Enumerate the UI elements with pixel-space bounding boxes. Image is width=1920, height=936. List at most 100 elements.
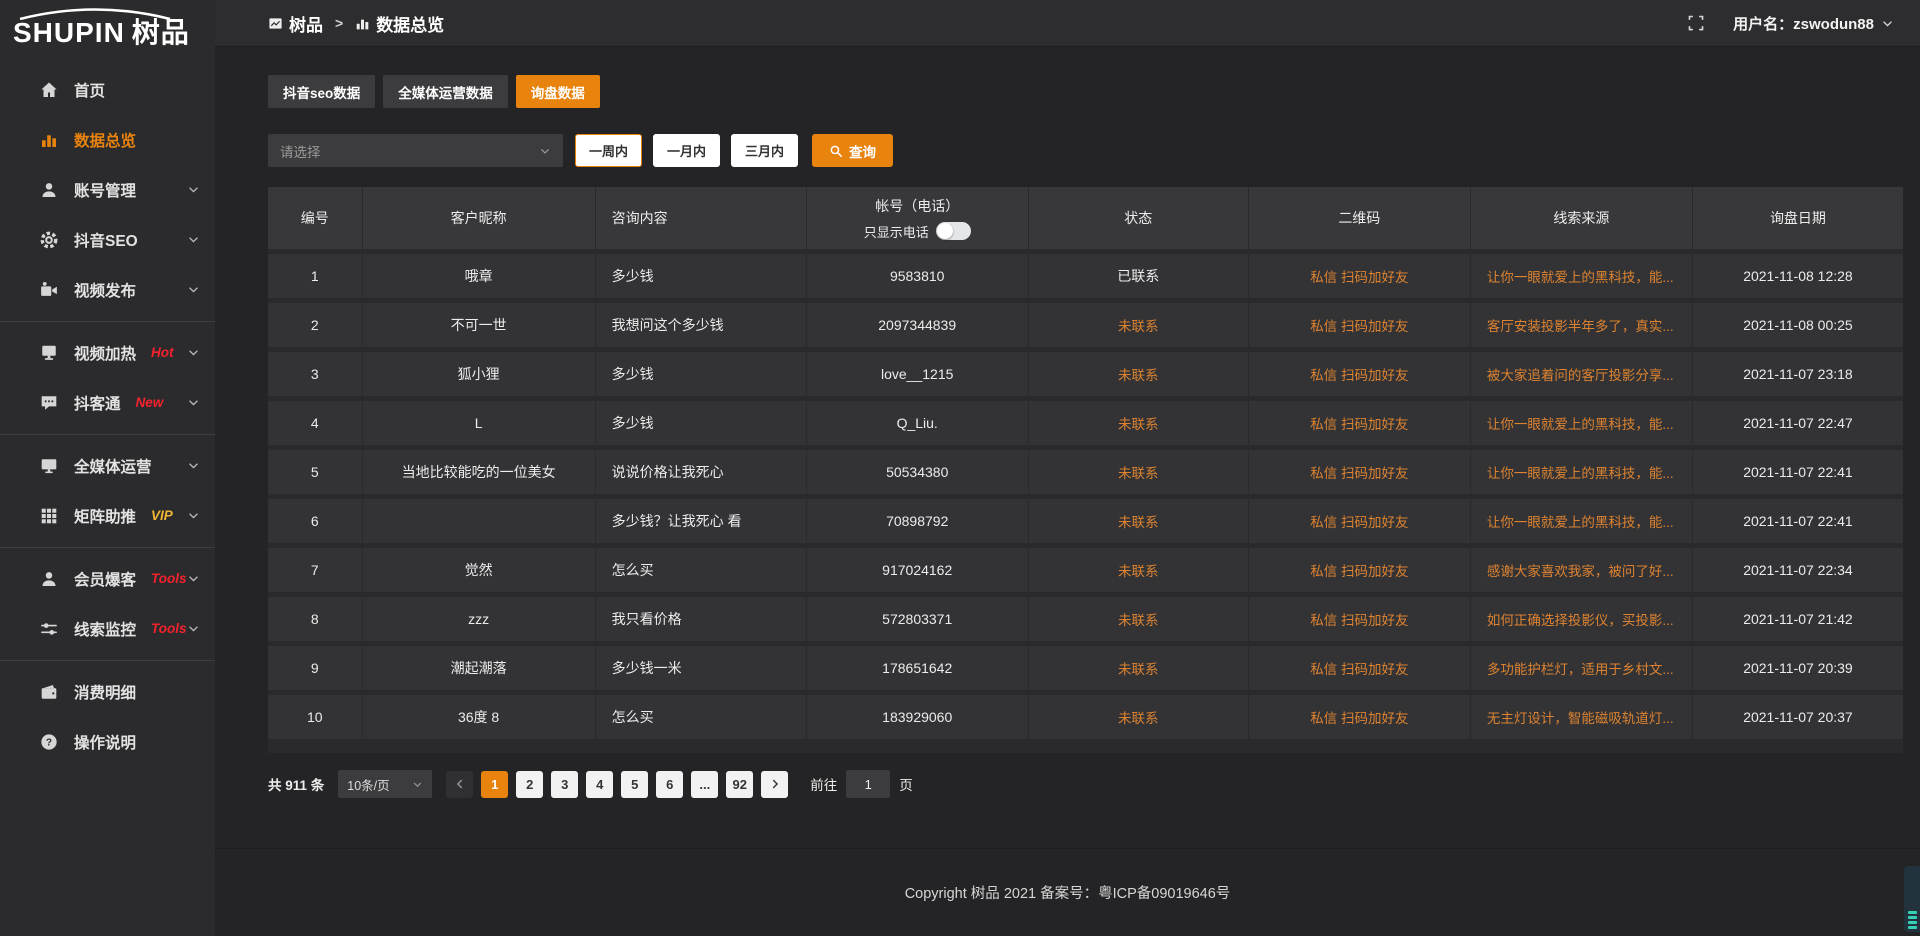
cell-account: 9583810	[807, 254, 1028, 298]
cell-date: 2021-11-07 22:47	[1693, 401, 1903, 445]
logo-cjk: 树品	[132, 18, 190, 49]
cell-qrcode[interactable]: 私信 扫码加好友	[1249, 646, 1470, 690]
cell-source[interactable]: 让你一眼就爱上的黑科技，能...	[1471, 450, 1692, 494]
chevron-down-icon	[187, 346, 200, 359]
cell-qrcode[interactable]: 私信 扫码加好友	[1249, 597, 1470, 641]
cell-qrcode[interactable]: 私信 扫码加好友	[1249, 450, 1470, 494]
cell-qrcode[interactable]: 私信 扫码加好友	[1249, 254, 1470, 298]
sidebar-item-data-overview[interactable]: 数据总览	[0, 115, 215, 165]
cell-nickname: zzz	[363, 597, 595, 641]
sidebar-item-video-heat[interactable]: 视频加热Hot	[0, 328, 215, 378]
page-button-92[interactable]: 92	[726, 771, 753, 798]
column-header: 二维码	[1249, 187, 1470, 249]
cell-no: 7	[268, 548, 362, 592]
tab-1[interactable]: 全媒体运营数据	[383, 75, 508, 108]
range-button-0[interactable]: 一周内	[575, 134, 642, 167]
page-button-5[interactable]: 5	[621, 771, 648, 798]
page-button-1[interactable]: 1	[481, 771, 508, 798]
sidebar-item-clue-monitor[interactable]: 线索监控Tools	[0, 604, 215, 654]
breadcrumb-home[interactable]: 树品	[268, 11, 323, 36]
sidebar-item-video-publish[interactable]: 视频发布	[0, 265, 215, 315]
app-logo[interactable]: SHUPIN 树品	[0, 0, 215, 51]
cell-qrcode[interactable]: 私信 扫码加好友	[1249, 352, 1470, 396]
cell-status: 已联系	[1029, 254, 1248, 298]
prev-page-button[interactable]	[446, 771, 473, 798]
sidebar-item-douyin-seo[interactable]: 抖音SEO	[0, 215, 215, 265]
sidebar-item-consumption-detail[interactable]: 消费明细	[0, 667, 215, 717]
sidebar-divider	[0, 547, 215, 548]
cell-source[interactable]: 让你一眼就爱上的黑科技，能...	[1471, 401, 1692, 445]
range-button-1[interactable]: 一月内	[653, 134, 720, 167]
cell-qrcode[interactable]: 私信 扫码加好友	[1249, 401, 1470, 445]
new-badge: New	[136, 395, 164, 410]
user-menu[interactable]: 用户名：zswodun88	[1733, 13, 1894, 34]
cell-qrcode[interactable]: 私信 扫码加好友	[1249, 303, 1470, 347]
tab-0[interactable]: 抖音seo数据	[268, 75, 375, 108]
sidebar-item-account-management[interactable]: 账号管理	[0, 165, 215, 215]
cell-source[interactable]: 如何正确选择投影仪，买投影...	[1471, 597, 1692, 641]
sidebar-item-matrix-boost[interactable]: 矩阵助推VIP	[0, 491, 215, 541]
page-button-6[interactable]: 6	[656, 771, 683, 798]
phone-only-toggle[interactable]	[936, 222, 971, 240]
chevron-down-icon	[187, 509, 200, 522]
page-size-select[interactable]: 10条/页	[338, 770, 432, 798]
cell-nickname: 当地比较能吃的一位美女	[363, 450, 595, 494]
inquiry-table: 编号客户昵称咨询内容帐号（电话）只显示电话状态二维码线索来源询盘日期 1哦章多少…	[268, 187, 1903, 753]
cell-source[interactable]: 多功能护栏灯，适用于乡村文...	[1471, 646, 1692, 690]
goto-page-input[interactable]	[846, 770, 890, 798]
column-header: 咨询内容	[596, 187, 806, 249]
search-button[interactable]: 查询	[812, 134, 893, 167]
range-button-2[interactable]: 三月内	[731, 134, 798, 167]
filter-select[interactable]: 请选择	[268, 134, 563, 167]
page-ellipsis[interactable]: ...	[691, 771, 718, 798]
page-button-4[interactable]: 4	[586, 771, 613, 798]
cell-status: 未联系	[1029, 401, 1248, 445]
sidebar-item-omni-media[interactable]: 全媒体运营	[0, 441, 215, 491]
topbar: 树品 > 数据总览 用户名：zswodun88	[215, 0, 1920, 47]
cell-nickname: 潮起潮落	[363, 646, 595, 690]
cell-qrcode[interactable]: 私信 扫码加好友	[1249, 499, 1470, 543]
page-button-2[interactable]: 2	[516, 771, 543, 798]
cell-status: 未联系	[1029, 646, 1248, 690]
table-row: 4L多少钱Q_Liu.未联系私信 扫码加好友让你一眼就爱上的黑科技，能...20…	[268, 401, 1903, 445]
cell-date: 2021-11-07 20:39	[1693, 646, 1903, 690]
cell-qrcode[interactable]: 私信 扫码加好友	[1249, 695, 1470, 739]
corner-widget[interactable]	[1904, 866, 1920, 932]
cell-no: 6	[268, 499, 362, 543]
video-icon	[40, 281, 58, 299]
breadcrumb: 树品 > 数据总览	[268, 11, 444, 36]
fullscreen-icon[interactable]	[1687, 14, 1705, 32]
grid-icon	[40, 507, 58, 525]
column-header: 帐号（电话）只显示电话	[807, 187, 1028, 249]
chevron-down-icon	[187, 283, 200, 296]
breadcrumb-current[interactable]: 数据总览	[355, 11, 444, 36]
table-row: 6多少钱？让我死心 看70898792未联系私信 扫码加好友让你一眼就爱上的黑科…	[268, 499, 1903, 543]
corner-widget-bar	[1908, 926, 1917, 929]
cell-source[interactable]: 感谢大家喜欢我家，被问了好...	[1471, 548, 1692, 592]
cell-source[interactable]: 客厅安装投影半年多了，真实...	[1471, 303, 1692, 347]
page-buttons: 123456... 92	[446, 771, 788, 798]
next-page-button[interactable]	[761, 771, 788, 798]
cell-date: 2021-11-08 12:28	[1693, 254, 1903, 298]
cell-source[interactable]: 被大家追着问的客厅投影分享...	[1471, 352, 1692, 396]
svg-text:?: ?	[46, 737, 52, 748]
cell-account: 2097344839	[807, 303, 1028, 347]
cell-content: 多少钱一米	[596, 646, 806, 690]
sidebar-item-home[interactable]: 首页	[0, 65, 215, 115]
cell-content: 我只看价格	[596, 597, 806, 641]
cell-source[interactable]: 让你一眼就爱上的黑科技，能...	[1471, 254, 1692, 298]
table-row: 3狐小狸多少钱love__1215未联系私信 扫码加好友被大家追着问的客厅投影分…	[268, 352, 1903, 396]
tab-2[interactable]: 询盘数据	[516, 75, 600, 108]
chart-small-icon	[355, 16, 370, 31]
cell-source[interactable]: 无主灯设计，智能磁吸轨道灯...	[1471, 695, 1692, 739]
page-button-3[interactable]: 3	[551, 771, 578, 798]
sidebar-item-member-baoke[interactable]: 会员爆客Tools	[0, 554, 215, 604]
cell-qrcode[interactable]: 私信 扫码加好友	[1249, 548, 1470, 592]
table-row: 5当地比较能吃的一位美女说说价格让我死心50534380未联系私信 扫码加好友让…	[268, 450, 1903, 494]
cell-account: Q_Liu.	[807, 401, 1028, 445]
vip-badge: VIP	[151, 508, 173, 523]
cell-source[interactable]: 让你一眼就爱上的黑科技，能...	[1471, 499, 1692, 543]
sidebar-item-operation-guide[interactable]: ?操作说明	[0, 717, 215, 767]
sidebar-item-douketong[interactable]: 抖客通New	[0, 378, 215, 428]
topbar-right: 用户名：zswodun88	[1687, 13, 1894, 34]
